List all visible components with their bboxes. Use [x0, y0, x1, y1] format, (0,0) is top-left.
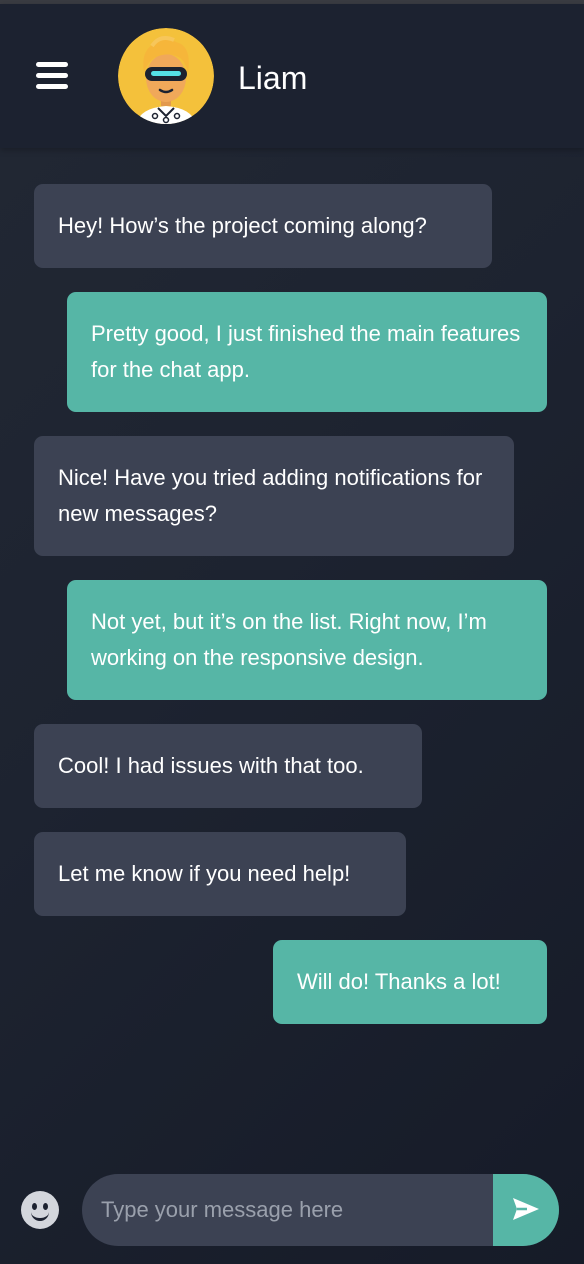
avatar[interactable]: [118, 28, 214, 124]
hamburger-menu-icon[interactable]: [36, 62, 68, 90]
incoming-message: Cool! I had issues with that too.: [34, 724, 422, 808]
outgoing-message: Not yet, but it’s on the list. Right now…: [67, 580, 547, 700]
robot-avatar-icon: [118, 28, 214, 124]
incoming-message: Let me know if you need help!: [34, 832, 406, 916]
send-icon: [513, 1197, 539, 1220]
chat-header: Liam: [0, 4, 584, 148]
incoming-message: Nice! Have you tried adding notification…: [34, 436, 514, 556]
incoming-message: Hey! How’s the project coming along?: [34, 184, 492, 268]
message-input-container: [82, 1174, 559, 1246]
message-input[interactable]: [82, 1174, 492, 1246]
smiley-icon[interactable]: [21, 1191, 59, 1229]
message-composer: [0, 1174, 584, 1246]
outgoing-message: Will do! Thanks a lot!: [273, 940, 547, 1024]
outgoing-message: Pretty good, I just finished the main fe…: [67, 292, 547, 412]
contact-name: Liam: [238, 60, 308, 96]
send-button[interactable]: [493, 1174, 559, 1246]
chat-app: Liam Hey! How’s the project coming along…: [0, 0, 584, 1264]
